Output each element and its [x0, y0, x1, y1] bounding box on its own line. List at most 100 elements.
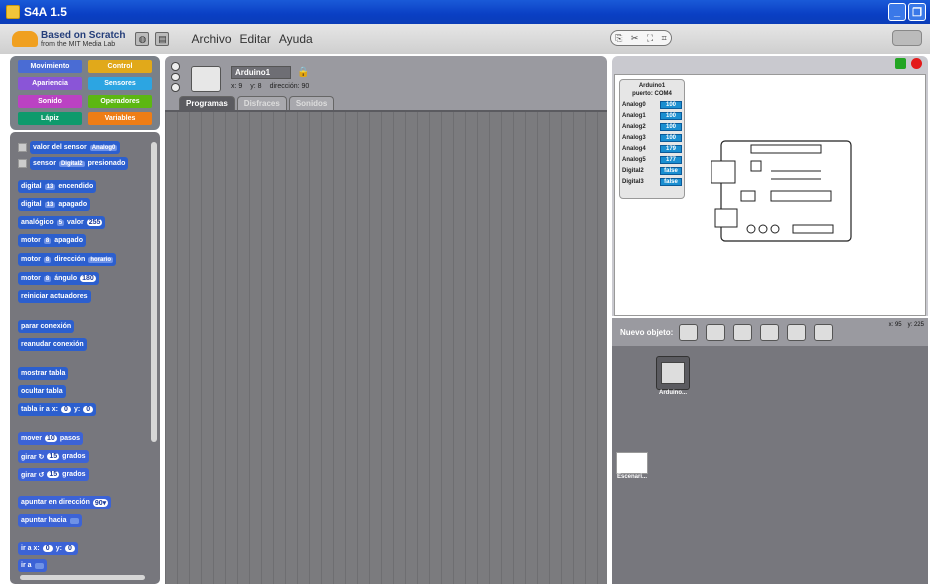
menu-ayuda[interactable]: Ayuda: [279, 32, 313, 46]
block-point-towards[interactable]: apuntar hacia: [18, 514, 82, 527]
block-turn-left[interactable]: girar ↺ 15 grados: [18, 468, 89, 481]
stage-mode-buttons: ⎘ ✂ ⛶ ⌗: [610, 30, 672, 46]
palette-vertical-scrollbar[interactable]: [151, 142, 157, 442]
arduino-sprite-thumbnail: [656, 356, 690, 390]
block-number[interactable]: 255: [86, 219, 103, 226]
category-sensores-button[interactable]: Sensores: [88, 77, 152, 91]
stage-item-label: Escenari...: [616, 474, 648, 480]
block-number[interactable]: 0: [60, 406, 71, 413]
menu-editar[interactable]: Editar: [240, 32, 271, 46]
category-control-button[interactable]: Control: [88, 60, 152, 73]
category-operadores-button[interactable]: Operadores: [88, 94, 152, 108]
block-reset-actuators[interactable]: reiniciar actuadores: [18, 290, 91, 303]
shrink-icon[interactable]: ⌗: [662, 33, 667, 44]
block-hide-board[interactable]: ocultar tabla: [18, 385, 66, 398]
sprite-item-arduino[interactable]: Arduino...: [656, 356, 690, 396]
tab-disfraces[interactable]: Disfraces: [236, 96, 287, 110]
sensor-name: Analog4: [622, 146, 646, 152]
block-show-board[interactable]: mostrar tabla: [18, 367, 69, 380]
block-slot[interactable]: Digital2: [58, 160, 85, 167]
block-digital-off[interactable]: digital 13 apagado: [18, 198, 91, 211]
block-number[interactable]: 0: [42, 545, 53, 552]
view-mode-toggle[interactable]: [892, 30, 922, 46]
category-sonido-button[interactable]: Sonido: [18, 94, 82, 108]
category-apariencia-button[interactable]: Apariencia: [18, 77, 82, 91]
green-flag-icon[interactable]: [895, 58, 906, 69]
block-label: grados: [62, 471, 86, 478]
stamp-icon[interactable]: ⎘: [615, 33, 622, 44]
remote-sprite-icon[interactable]: [814, 323, 834, 341]
block-resume-connection[interactable]: reanudar conexión: [18, 338, 87, 351]
sensor-pressed-checkbox[interactable]: [18, 159, 27, 168]
stage-item[interactable]: Escenari...: [616, 452, 648, 480]
block-slot[interactable]: 8: [43, 237, 52, 244]
minimize-button[interactable]: _: [888, 3, 906, 21]
globe-icon[interactable]: ◍: [135, 32, 150, 46]
stage[interactable]: Arduino1 puerto: COM4 Analog0 100 Analog1 1…: [614, 74, 926, 316]
block-slot[interactable]: [34, 562, 44, 569]
restore-button[interactable]: ❐: [908, 3, 926, 21]
block-sensor-pressed[interactable]: sensor Digital2 presionado: [30, 157, 129, 170]
block-motor-direction[interactable]: motor 8 dirección horario: [18, 253, 116, 266]
block-stop-connection[interactable]: parar conexión: [18, 320, 75, 333]
block-number[interactable]: 180: [80, 275, 96, 282]
block-slot[interactable]: 13: [44, 201, 56, 208]
tab-sonidos[interactable]: Sonidos: [288, 96, 335, 110]
block-goto[interactable]: ir a: [18, 559, 47, 572]
sprite-y: y: 8: [250, 83, 262, 90]
category-movimiento-button[interactable]: Movimiento: [18, 60, 82, 73]
block-slot[interactable]: 13: [44, 183, 56, 190]
block-motor-angle[interactable]: motor 8 ángulo 180: [18, 272, 99, 285]
sprite-name-field[interactable]: Arduino1: [231, 66, 291, 79]
lock-icon[interactable]: 🔒: [297, 67, 309, 78]
block-number[interactable]: 10: [45, 435, 57, 442]
block-label: girar ↺: [21, 471, 45, 479]
scissors-icon[interactable]: ✂: [631, 33, 639, 44]
block-slot[interactable]: 8: [43, 256, 52, 263]
grow-icon[interactable]: ⛶: [647, 33, 653, 44]
block-slot-direction[interactable]: horario: [88, 256, 113, 263]
block-slot[interactable]: [69, 517, 79, 524]
sensor-row: Analog5 177: [622, 156, 682, 164]
choose-sprite-icon[interactable]: [706, 323, 726, 341]
block-turn-right[interactable]: girar ↻ 15 grados: [18, 450, 89, 463]
block-number[interactable]: 15: [47, 471, 60, 478]
sensor-value: 100: [660, 123, 682, 131]
save-icon[interactable]: ▤: [155, 32, 170, 46]
no-rotate-icon[interactable]: [171, 83, 180, 93]
block-number[interactable]: 0: [83, 406, 94, 413]
palette-horizontal-scrollbar[interactable]: [20, 575, 145, 580]
paint-new-sprite-icon[interactable]: [679, 323, 699, 341]
block-analog-value[interactable]: analógico 5 valor 255: [18, 216, 106, 229]
block-label: tabla ir a x:: [21, 406, 58, 413]
block-number[interactable]: 15: [47, 453, 60, 460]
rotate-leftright-icon[interactable]: [171, 72, 180, 82]
rotate-all-icon[interactable]: [171, 62, 180, 71]
random-sprite-icon[interactable]: [733, 323, 753, 341]
board-sprite-icon[interactable]: [787, 323, 807, 341]
category-lpiz-button[interactable]: Lápiz: [18, 111, 82, 125]
block-number[interactable]: 90▾: [92, 498, 109, 507]
block-label: apagado: [54, 237, 83, 244]
block-label: ángulo: [54, 275, 78, 282]
block-number[interactable]: 0: [64, 545, 75, 552]
arduino-sprite-icon[interactable]: [760, 323, 780, 341]
stop-icon[interactable]: [911, 58, 922, 69]
category-variables-button[interactable]: Variables: [88, 111, 152, 125]
block-motor-off[interactable]: motor 8 apagado: [18, 234, 86, 247]
block-board-goto[interactable]: tabla ir a x: 0 y: 0: [18, 403, 97, 416]
block-digital-on[interactable]: digital 13 encendido: [18, 180, 97, 193]
sensor-name: Analog1: [622, 113, 646, 119]
block-goto-xy[interactable]: ir a x: 0 y: 0: [18, 542, 78, 555]
block-slot[interactable]: Analog0: [89, 144, 118, 151]
tab-programas[interactable]: Programas: [179, 96, 235, 110]
scripts-area[interactable]: [165, 110, 607, 584]
block-slot[interactable]: 5: [56, 219, 65, 226]
block-sensor-value[interactable]: valor del sensor Analog0: [30, 141, 121, 154]
block-point-direction[interactable]: apuntar en dirección 90▾: [18, 496, 112, 509]
sensor-value-checkbox[interactable]: [18, 143, 27, 152]
block-slot[interactable]: 8: [43, 275, 52, 282]
block-move-steps[interactable]: mover 10 pasos: [18, 432, 84, 445]
menu-archivo[interactable]: Archivo: [191, 32, 231, 46]
sensor-board-table[interactable]: Arduino1 puerto: COM4 Analog0 100 Analog1 1…: [619, 79, 685, 199]
